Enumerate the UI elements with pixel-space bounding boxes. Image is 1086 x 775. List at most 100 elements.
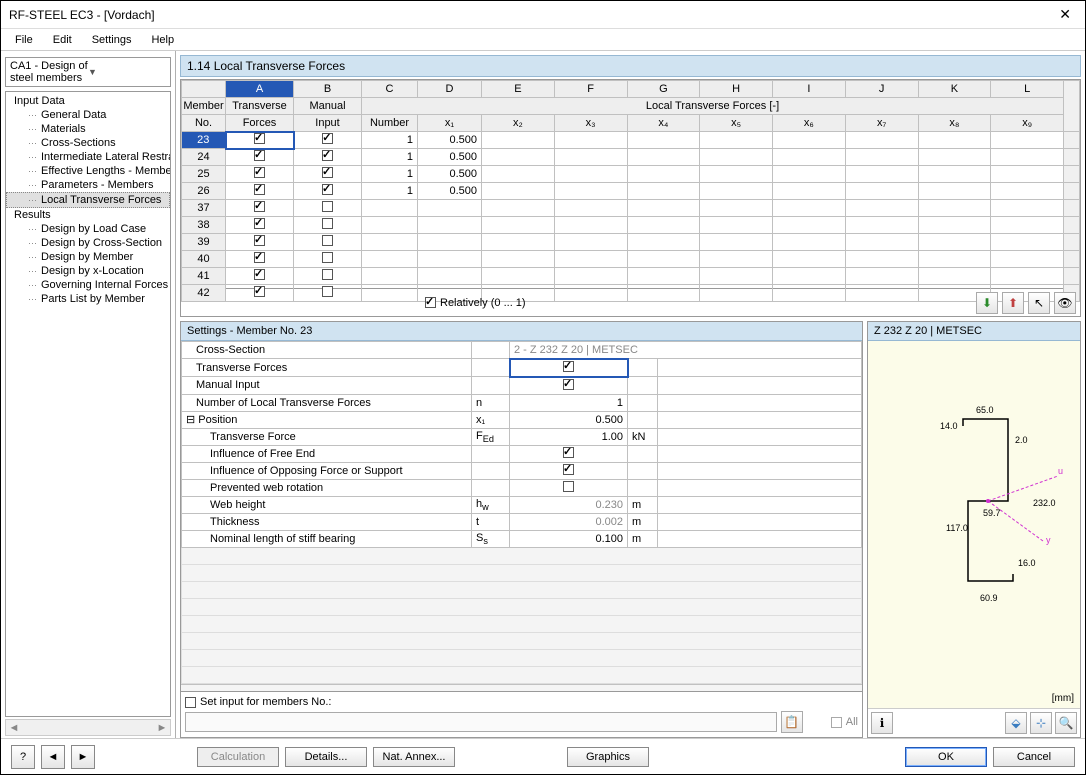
menu-settings[interactable]: Settings — [84, 32, 140, 48]
x1-cell[interactable] — [418, 234, 482, 251]
x1-cell[interactable]: 0.500 — [418, 149, 482, 166]
prev-icon[interactable]: ◄ — [41, 745, 65, 769]
svg-text:14.0: 14.0 — [940, 421, 958, 431]
x1-cell[interactable]: 0.500 — [418, 132, 482, 149]
num-cell[interactable] — [362, 200, 418, 217]
num-cell[interactable]: 1 — [362, 149, 418, 166]
case-combo-value: CA1 - Design of steel members — [10, 60, 88, 84]
tree-parts-list[interactable]: Parts List by Member — [6, 292, 170, 306]
tree-local-transverse[interactable]: Local Transverse Forces — [6, 192, 170, 208]
tree-results[interactable]: Results — [6, 208, 170, 222]
mi-cell[interactable] — [294, 200, 362, 217]
set-input-field[interactable] — [185, 712, 777, 732]
num-cell[interactable] — [362, 251, 418, 268]
menu-edit[interactable]: Edit — [45, 32, 80, 48]
row-header[interactable]: 26 — [182, 183, 226, 200]
num-cell[interactable]: 1 — [362, 166, 418, 183]
x1-cell[interactable] — [418, 268, 482, 285]
mi-cell[interactable] — [294, 217, 362, 234]
tree-general-data[interactable]: General Data — [6, 108, 170, 122]
tf-cell[interactable] — [226, 132, 294, 149]
mi-cell[interactable] — [294, 268, 362, 285]
tf-cell[interactable] — [226, 200, 294, 217]
tf-cell[interactable] — [226, 268, 294, 285]
num-cell[interactable] — [362, 268, 418, 285]
menu-help[interactable]: Help — [143, 32, 182, 48]
num-cell[interactable]: 1 — [362, 183, 418, 200]
row-header[interactable]: 25 — [182, 166, 226, 183]
pick-members-icon[interactable]: 📋 — [781, 711, 803, 733]
excel-export-icon[interactable]: ⬇ — [976, 292, 998, 314]
tf-cell[interactable] — [226, 149, 294, 166]
svg-text:2.0: 2.0 — [1015, 435, 1028, 445]
calculation-button[interactable]: Calculation — [197, 747, 279, 767]
x1-cell[interactable]: 0.500 — [418, 166, 482, 183]
row-header[interactable]: 40 — [182, 251, 226, 268]
view3d-icon[interactable]: ⬙ — [1005, 712, 1027, 734]
tree-hscroll[interactable]: ◄► — [5, 719, 171, 736]
nav-tree[interactable]: Input Data General Data Materials Cross-… — [5, 91, 171, 717]
tree-parameters-members[interactable]: Parameters - Members — [6, 178, 170, 192]
row-header[interactable]: 41 — [182, 268, 226, 285]
x1-cell[interactable] — [418, 251, 482, 268]
row-header[interactable]: 38 — [182, 217, 226, 234]
case-combo[interactable]: CA1 - Design of steel members ▼ — [5, 57, 171, 87]
menu-file[interactable]: File — [7, 32, 41, 48]
tree-cross-sections[interactable]: Cross-Sections — [6, 136, 170, 150]
tf-cell[interactable] — [226, 183, 294, 200]
ok-button[interactable]: OK — [905, 747, 987, 767]
num-cell[interactable] — [362, 234, 418, 251]
graphics-button[interactable]: Graphics — [567, 747, 649, 767]
axes-icon[interactable]: ⊹ — [1030, 712, 1052, 734]
tf-cell[interactable] — [226, 166, 294, 183]
tree-input-data[interactable]: Input Data — [6, 94, 170, 108]
close-icon[interactable]: ✕ — [1053, 6, 1077, 23]
members-table[interactable]: ABC DEF GHI JKL MemberTransverseManual L… — [181, 80, 1080, 302]
mi-cell[interactable] — [294, 183, 362, 200]
cancel-button[interactable]: Cancel — [993, 747, 1075, 767]
tf-cell[interactable] — [226, 251, 294, 268]
all-checkbox[interactable] — [831, 717, 842, 728]
row-header[interactable]: 24 — [182, 149, 226, 166]
search-icon[interactable]: 🔍 — [1055, 712, 1077, 734]
tree-design-crosssection[interactable]: Design by Cross-Section — [6, 236, 170, 250]
row-header[interactable]: 37 — [182, 200, 226, 217]
tree-intermediate-lateral[interactable]: Intermediate Lateral Restraints — [6, 150, 170, 164]
tree-design-member[interactable]: Design by Member — [6, 250, 170, 264]
mi-cell[interactable] — [294, 234, 362, 251]
x1-cell[interactable] — [418, 217, 482, 234]
settings-table[interactable]: Cross-Section2 - Z 232 Z 20 | METSECTran… — [181, 341, 862, 684]
svg-text:u: u — [1058, 466, 1063, 476]
set-input-checkbox[interactable] — [185, 697, 196, 708]
mi-cell[interactable] — [294, 132, 362, 149]
view-icon[interactable]: 👁 — [1054, 292, 1076, 314]
tf-cell[interactable] — [226, 234, 294, 251]
tree-design-xlocation[interactable]: Design by x-Location — [6, 264, 170, 278]
num-cell[interactable]: 1 — [362, 132, 418, 149]
svg-text:59.7: 59.7 — [983, 508, 1001, 518]
x1-cell[interactable] — [418, 200, 482, 217]
x1-cell[interactable]: 0.500 — [418, 183, 482, 200]
setting-label: Prevented web rotation — [182, 479, 472, 496]
tree-design-loadcase[interactable]: Design by Load Case — [6, 222, 170, 236]
relatively-checkbox[interactable] — [425, 297, 436, 308]
num-cell[interactable] — [362, 217, 418, 234]
mi-cell[interactable] — [294, 166, 362, 183]
row-header[interactable]: 39 — [182, 234, 226, 251]
tree-governing-forces[interactable]: Governing Internal Forces by Member — [6, 278, 170, 292]
next-icon[interactable]: ► — [71, 745, 95, 769]
tree-effective-lengths[interactable]: Effective Lengths - Members — [6, 164, 170, 178]
mi-cell[interactable] — [294, 251, 362, 268]
settings-heading: Settings - Member No. 23 — [181, 322, 862, 341]
preview-canvas: u y 65.0 14.0 2.0 117.0 232.0 59.7 16.0 … — [868, 341, 1080, 708]
mi-cell[interactable] — [294, 149, 362, 166]
row-header[interactable]: 23 — [182, 132, 226, 149]
details-button[interactable]: Details... — [285, 747, 367, 767]
annex-button[interactable]: Nat. Annex... — [373, 747, 455, 767]
tf-cell[interactable] — [226, 217, 294, 234]
pick-icon[interactable]: ↖ — [1028, 292, 1050, 314]
help-icon[interactable]: ? — [11, 745, 35, 769]
excel-import-icon[interactable]: ⬆ — [1002, 292, 1024, 314]
tree-materials[interactable]: Materials — [6, 122, 170, 136]
info-icon[interactable]: ℹ — [871, 712, 893, 734]
